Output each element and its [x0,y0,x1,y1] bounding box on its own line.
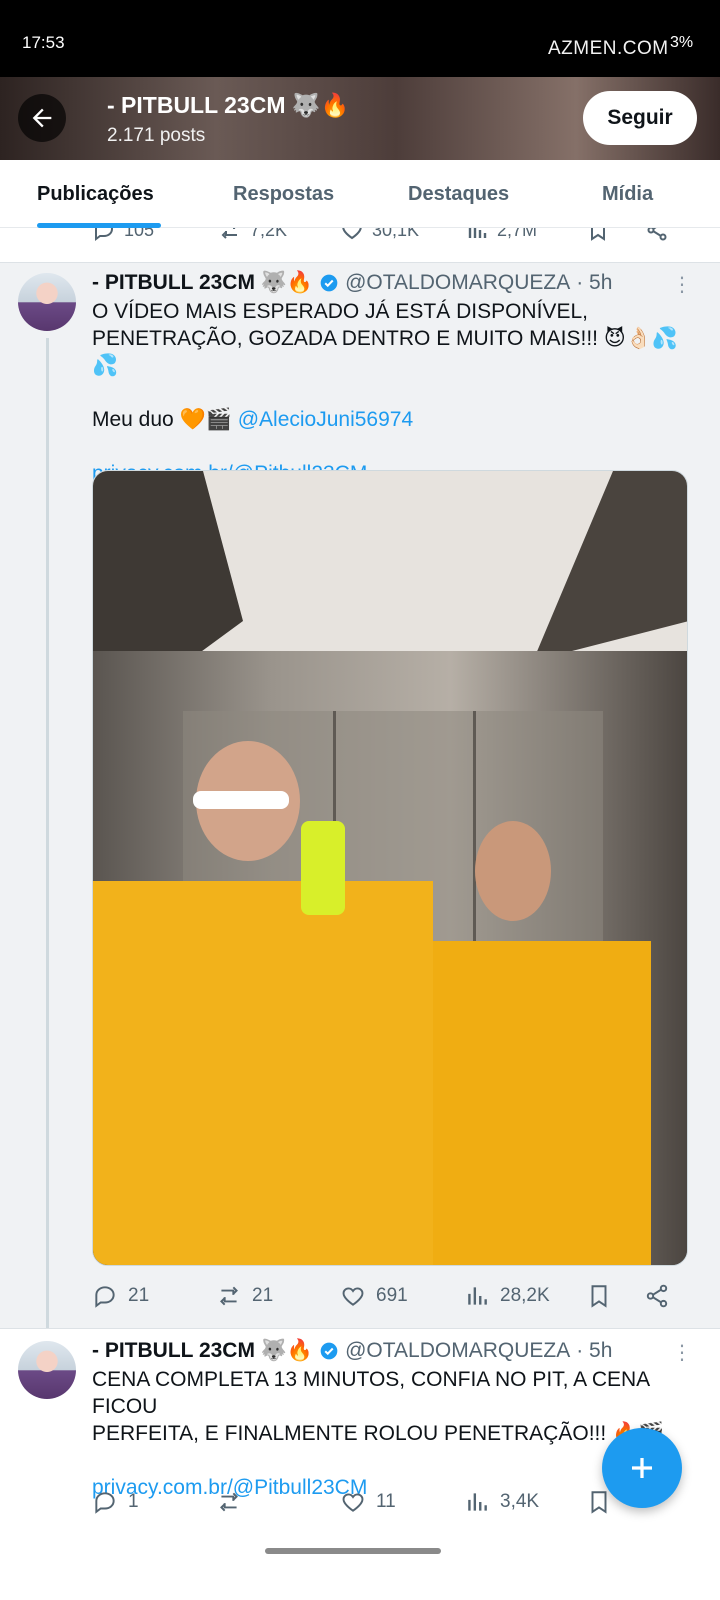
posts-count: 2.171 posts [107,125,206,146]
bookmark-button[interactable] [586,1283,612,1309]
reply-button[interactable]: 105 [92,228,154,242]
watermark-text: AZMEN.COM [548,38,669,59]
tweet-header: - PITBULL 23CM 🐺🔥 @OTALDOMARQUEZA · 5h [92,271,612,295]
tweet-text-line: PENETRAÇÃO, GOZADA DENTRO E MUITO MAIS!!… [92,327,679,377]
views-count: 2,7M [497,228,538,240]
share-icon [647,228,667,241]
views-button[interactable]: 28,2K [464,1283,550,1309]
tweet-time: · 5h [576,1339,613,1362]
verified-badge-icon [319,1341,339,1361]
bookmark-icon [591,1285,607,1308]
more-options-icon[interactable]: ⋮ [672,275,692,295]
retweet-icon [220,1286,238,1306]
views-chart-icon [468,228,487,238]
tweet-text-line: O VÍDEO MAIS ESPERADO JÁ ESTÁ DISPONÍVEL… [92,300,588,323]
profile-header: - PITBULL 23CM 🐺🔥 2.171 posts Seguir [0,77,720,160]
tweet-time: · 5h [576,271,613,294]
reply-count: 21 [128,1285,150,1306]
retweet-icon [220,1492,238,1512]
arrow-left-icon [32,108,52,128]
status-bar: 17:53 AZMEN.COM 3% [0,0,720,77]
previous-tweet-actions: 105 7,2K 30,1K 2,7M [0,228,720,263]
reply-icon [95,228,114,241]
tweet-header: - PITBULL 23CM 🐺🔥 @OTALDOMARQUEZA · 5h [92,1339,612,1363]
tweet-photo[interactable] [92,470,688,1266]
elevator-selfie-image [93,471,687,1265]
tweet-item[interactable]: - PITBULL 23CM 🐺🔥 @OTALDOMARQUEZA · 5h ⋮… [0,1328,720,1535]
author-name[interactable]: - PITBULL 23CM 🐺🔥 [92,271,313,295]
like-count: 30,1K [372,228,420,240]
retweet-icon [221,228,237,239]
author-handle[interactable]: @OTALDOMARQUEZA [345,1339,570,1363]
views-count: 28,2K [500,1285,550,1306]
avatar[interactable] [18,1341,76,1399]
tab-midia[interactable]: Mídia [602,160,653,228]
back-button[interactable] [18,94,66,142]
battery-level: 3% [670,34,694,51]
bookmark-button[interactable] [586,228,610,242]
tab-destaques[interactable]: Destaques [408,160,509,228]
retweet-button[interactable] [216,1489,252,1515]
tab-respostas[interactable]: Respostas [233,160,334,228]
views-button[interactable]: 3,4K [464,1489,539,1515]
retweet-button[interactable]: 7,2K [218,228,287,242]
timeline-feed[interactable]: 105 7,2K 30,1K 2,7M - PITBULL 23CM 🐺🔥 @O… [0,228,720,1600]
plus-icon [632,1458,652,1478]
retweet-button[interactable]: 21 [216,1283,273,1309]
status-time: 17:53 [22,33,65,52]
profile-name: - PITBULL 23CM 🐺🔥 [107,92,350,118]
home-gesture-handle[interactable] [265,1548,441,1554]
tweet-text: O VÍDEO MAIS ESPERADO JÁ ESTÁ DISPONÍVEL… [92,298,692,487]
duo-line: Meu duo 🧡🎬 @AlecioJuni56974 [92,406,692,433]
retweet-count: 21 [252,1285,274,1306]
profile-tabs: Publicações Respostas Destaques Mídia [0,160,720,228]
views-chart-icon [468,1493,487,1511]
share-button[interactable] [645,228,669,242]
bookmark-icon [591,228,605,241]
like-button[interactable]: 30,1K [340,228,419,242]
author-name[interactable]: - PITBULL 23CM 🐺🔥 [92,1339,313,1363]
like-button[interactable]: 11 [340,1489,396,1515]
reply-count: 105 [124,228,155,240]
share-icon [646,1284,668,1308]
heart-icon [342,1493,364,1512]
tweet-text-line: CENA COMPLETA 13 MINUTOS, CONFIA NO PIT,… [92,1368,650,1418]
duo-label: Meu duo 🧡🎬 [92,408,232,431]
retweet-count: 7,2K [250,228,288,240]
reply-icon [95,1286,115,1308]
tweet-actions: 1 11 3,4K [92,1489,682,1519]
compose-button[interactable] [602,1428,682,1508]
views-button[interactable]: 2,7M [465,228,537,242]
reply-button[interactable]: 21 [92,1283,149,1309]
bookmark-icon [591,1491,607,1514]
more-options-icon[interactable]: ⋮ [672,1343,692,1363]
reply-count: 1 [128,1491,139,1512]
follow-button[interactable]: Seguir [583,91,697,145]
heart-icon [342,228,362,240]
reply-button[interactable]: 1 [92,1489,139,1515]
reply-icon [95,1492,115,1514]
heart-icon [342,1287,364,1306]
bookmark-button[interactable] [586,1489,612,1515]
views-chart-icon [468,1287,487,1305]
tab-publicacoes[interactable]: Publicações [37,160,154,228]
tweet-text: CENA COMPLETA 13 MINUTOS, CONFIA NO PIT,… [92,1366,692,1501]
views-count: 3,4K [500,1491,540,1512]
share-button[interactable] [644,1283,670,1309]
tweet-item[interactable]: - PITBULL 23CM 🐺🔥 @OTALDOMARQUEZA · 5h ⋮… [0,263,720,1328]
tweet-text-line: PERFEITA, E FINALMENTE ROLOU PENETRAÇÃO!… [92,1422,665,1445]
like-count: 11 [376,1491,396,1512]
like-count: 691 [376,1285,408,1306]
verified-badge-icon [319,273,339,293]
avatar[interactable] [18,273,76,331]
author-handle[interactable]: @OTALDOMARQUEZA [345,271,570,295]
navigation-gesture-bar [0,1535,720,1600]
mention-link[interactable]: @AlecioJuni56974 [238,408,413,431]
thread-line [46,338,49,1328]
tweet-actions: 21 21 691 28,2K [92,1283,682,1313]
like-button[interactable]: 691 [340,1283,408,1309]
